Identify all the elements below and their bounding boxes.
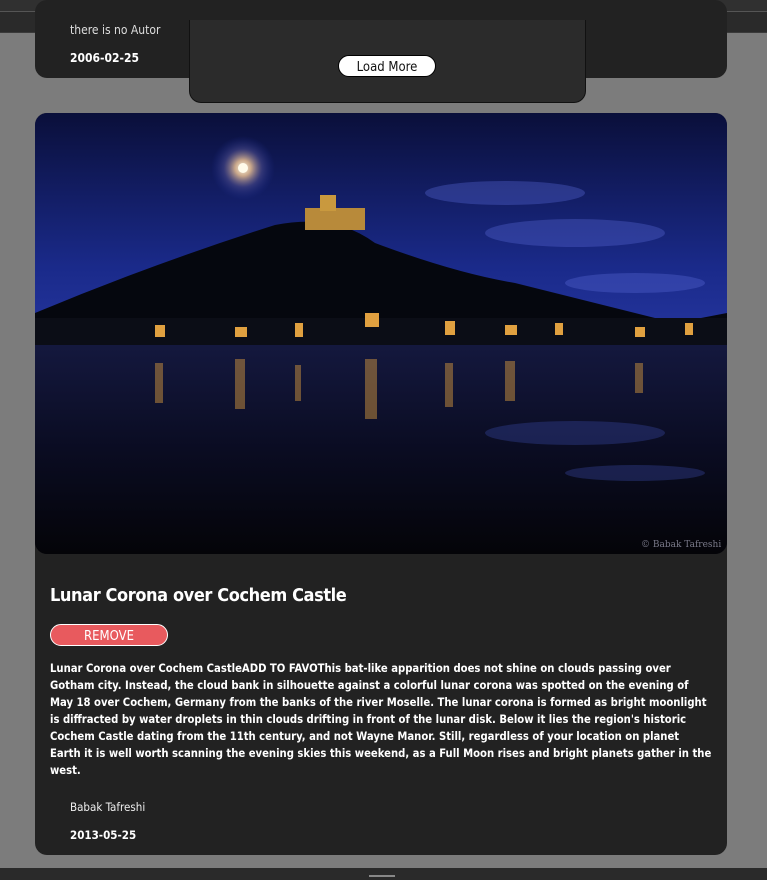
post-card: © Babak Tafreshi Lunar Corona over Coche… [35,113,727,855]
previous-post-date: 2006-02-25 [70,51,140,65]
post-title: Lunar Corona over Cochem Castle [50,585,347,606]
image-credit: © Babak Tafreshi [641,540,722,550]
resize-handle[interactable] [369,875,395,877]
post-date: 2013-05-25 [70,828,137,842]
post-author: Babak Tafreshi [70,800,146,814]
load-more-panel: Load More [189,20,586,103]
previous-post-author: there is no Autor [70,23,161,37]
bottom-bar [0,868,767,880]
post-description: Lunar Corona over Cochem CastleADD TO FA… [50,662,712,777]
post-image [35,113,727,554]
load-more-button[interactable]: Load More [338,55,436,77]
remove-favorite-button[interactable]: REMOVE [50,624,168,646]
